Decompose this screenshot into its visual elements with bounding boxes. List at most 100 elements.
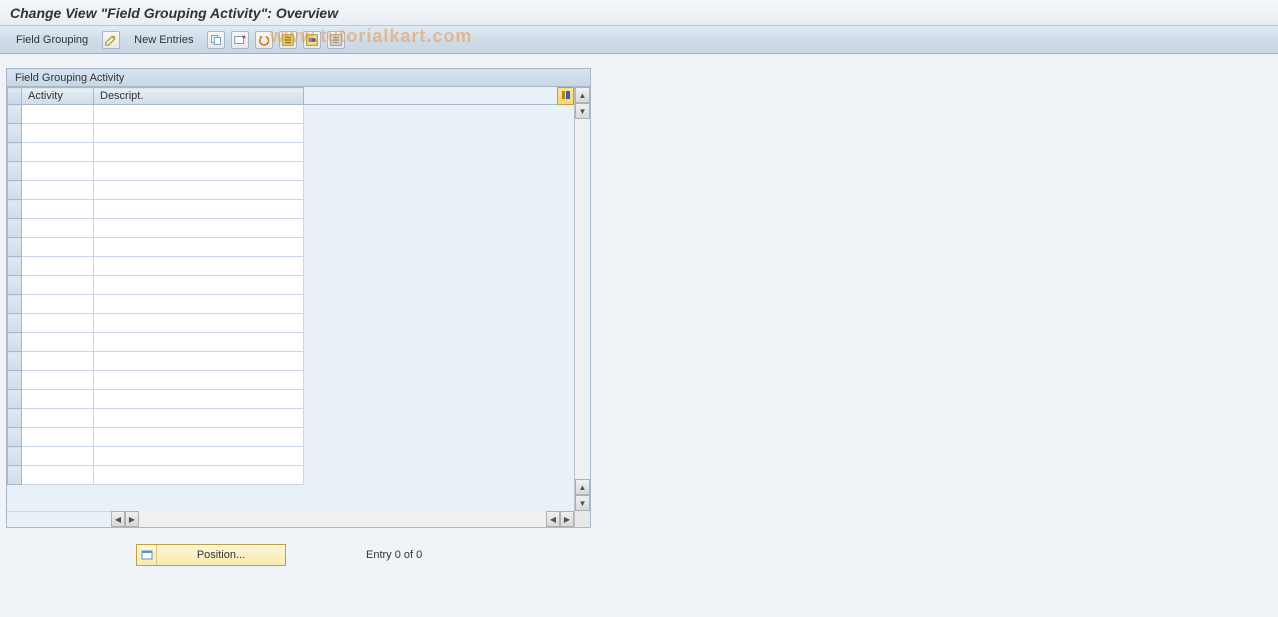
edit-icon[interactable] [102,31,120,49]
cell-filler [304,409,574,428]
cell-description[interactable] [94,276,304,295]
cell-description[interactable] [94,333,304,352]
scroll-up-icon[interactable]: ▲ [575,87,590,103]
table-row [8,352,574,371]
row-selector[interactable] [8,390,22,409]
row-selector[interactable] [8,238,22,257]
cell-description[interactable] [94,352,304,371]
undo-icon[interactable] [255,31,273,49]
cell-activity[interactable] [22,409,94,428]
table-row [8,162,574,181]
cell-description[interactable] [94,219,304,238]
row-selector[interactable] [8,181,22,200]
table-row [8,466,574,485]
copy-icon[interactable] [207,31,225,49]
row-selector[interactable] [8,371,22,390]
row-selector[interactable] [8,124,22,143]
row-selector[interactable] [8,295,22,314]
row-selector[interactable] [8,409,22,428]
select-block-icon[interactable] [303,31,321,49]
cell-activity[interactable] [22,352,94,371]
column-filler [304,88,558,105]
cell-activity[interactable] [22,143,94,162]
row-selector[interactable] [8,162,22,181]
title-bar: Change View "Field Grouping Activity": O… [0,0,1278,26]
row-selector[interactable] [8,105,22,124]
vertical-scrollbar[interactable]: ▲ ▼ ▲ ▼ [574,87,590,511]
table-scroll-area: Activity Descript. [7,87,574,511]
scroll-left-end-icon[interactable]: ◀ [546,511,560,527]
row-selector[interactable] [8,352,22,371]
cell-description[interactable] [94,295,304,314]
row-selector[interactable] [8,219,22,238]
new-entries-button[interactable]: New Entries [126,30,201,50]
cell-description[interactable] [94,162,304,181]
field-grouping-button[interactable]: Field Grouping [8,30,96,50]
table-row [8,390,574,409]
cell-description[interactable] [94,200,304,219]
cell-activity[interactable] [22,333,94,352]
cell-description[interactable] [94,371,304,390]
scroll-track[interactable] [575,119,590,479]
row-selector[interactable] [8,447,22,466]
scroll-down-icon[interactable]: ▼ [575,495,590,511]
cell-description[interactable] [94,181,304,200]
column-header-activity[interactable]: Activity [22,88,94,105]
row-selector[interactable] [8,257,22,276]
cell-filler [304,124,574,143]
cell-activity[interactable] [22,200,94,219]
table-container: Activity Descript. ▲ ▼ [7,87,590,511]
row-selector[interactable] [8,466,22,485]
scroll-down-hint-icon[interactable]: ▼ [575,103,590,119]
cell-description[interactable] [94,466,304,485]
cell-description[interactable] [94,143,304,162]
row-selector[interactable] [8,276,22,295]
cell-description[interactable] [94,447,304,466]
cell-description[interactable] [94,105,304,124]
cell-activity[interactable] [22,466,94,485]
row-selector-header[interactable] [8,88,22,105]
cell-activity[interactable] [22,447,94,466]
scroll-left-icon[interactable]: ◀ [111,511,125,527]
cell-activity[interactable] [22,371,94,390]
scroll-right-hint-icon[interactable]: ▶ [125,511,139,527]
cell-activity[interactable] [22,276,94,295]
position-button[interactable]: Position... [136,544,286,566]
row-selector[interactable] [8,314,22,333]
cell-description[interactable] [94,124,304,143]
scroll-up-bottom-icon[interactable]: ▲ [575,479,590,495]
deselect-all-icon[interactable] [327,31,345,49]
hscroll-track[interactable] [139,511,546,527]
cell-description[interactable] [94,238,304,257]
column-header-description[interactable]: Descript. [94,88,304,105]
cell-activity[interactable] [22,390,94,409]
cell-description[interactable] [94,428,304,447]
scroll-right-icon[interactable]: ▶ [560,511,574,527]
cell-activity[interactable] [22,257,94,276]
row-selector[interactable] [8,143,22,162]
cell-activity[interactable] [22,162,94,181]
table-row [8,124,574,143]
row-selector[interactable] [8,428,22,447]
cell-description[interactable] [94,257,304,276]
table-row [8,371,574,390]
select-all-icon[interactable] [279,31,297,49]
cell-activity[interactable] [22,295,94,314]
cell-activity[interactable] [22,428,94,447]
cell-activity[interactable] [22,124,94,143]
table-row [8,409,574,428]
cell-activity[interactable] [22,105,94,124]
cell-activity[interactable] [22,181,94,200]
row-selector[interactable] [8,200,22,219]
table-row [8,181,574,200]
row-selector[interactable] [8,333,22,352]
cell-activity[interactable] [22,314,94,333]
cell-description[interactable] [94,314,304,333]
table-settings-icon[interactable] [558,88,574,105]
table-row [8,295,574,314]
delete-icon[interactable] [231,31,249,49]
cell-description[interactable] [94,409,304,428]
cell-activity[interactable] [22,219,94,238]
cell-description[interactable] [94,390,304,409]
cell-activity[interactable] [22,238,94,257]
